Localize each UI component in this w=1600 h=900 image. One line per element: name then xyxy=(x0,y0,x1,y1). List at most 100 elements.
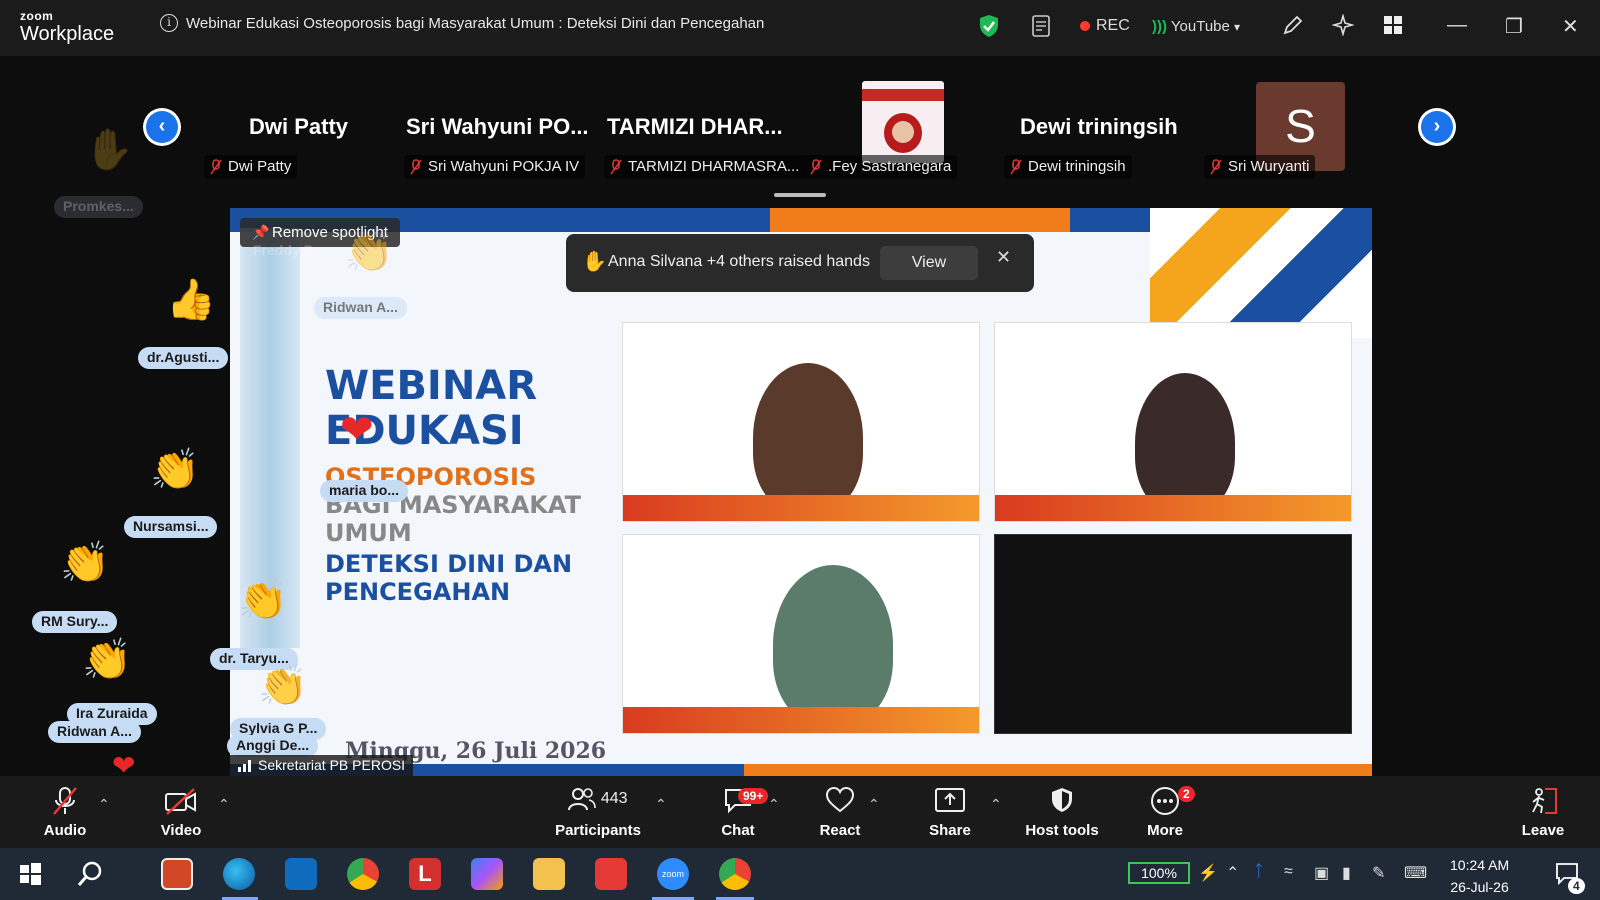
speaker-panel xyxy=(994,322,1352,522)
tile-label: Dwi Patty xyxy=(204,155,298,179)
battery-indicator[interactable]: 100% xyxy=(1128,862,1190,884)
device-icon[interactable]: ▣ xyxy=(1314,863,1329,883)
search-icon[interactable] xyxy=(74,858,106,890)
share-options-caret[interactable]: ⌃ xyxy=(990,796,1002,813)
clap-emoji-icon: 👏 xyxy=(60,541,110,585)
record-indicator[interactable]: REC xyxy=(1080,17,1130,39)
slide-orange-band xyxy=(770,208,1070,232)
more-label: More xyxy=(1147,822,1183,839)
clap-emoji-icon: 👏 xyxy=(344,230,394,274)
restore-icon[interactable]: ❐ xyxy=(1505,14,1523,39)
more-badge: 2 xyxy=(1178,786,1195,802)
presentation-app-icon[interactable] xyxy=(161,858,193,890)
speaker-video xyxy=(773,565,893,725)
mic-muted-icon xyxy=(1010,159,1022,175)
m365-icon[interactable] xyxy=(471,858,503,890)
power-plug-icon: ⚡ xyxy=(1198,865,1218,882)
tile-label: Dewi triningsih xyxy=(1004,155,1132,179)
active-speaker-name: Sekretariat PB PEROSI xyxy=(258,757,406,773)
chevron-up-icon[interactable]: ⌃ xyxy=(1226,863,1239,883)
stream-label: YouTube xyxy=(1170,18,1230,35)
wifi-icon[interactable]: ≈ xyxy=(1284,863,1293,881)
mic-muted-icon xyxy=(610,159,622,175)
chat-label: Chat xyxy=(721,822,755,839)
signal-bars-icon xyxy=(238,760,251,772)
wps-icon[interactable] xyxy=(595,858,627,890)
tile-name: Sri Wahyuni PO... xyxy=(406,114,589,139)
video-label: Video xyxy=(160,822,202,839)
tile-name: Dwi Patty xyxy=(249,114,349,139)
gallery-scroll-indicator[interactable] xyxy=(774,193,826,197)
chrome-profile-icon[interactable] xyxy=(719,858,751,890)
file-explorer-icon[interactable] xyxy=(533,858,565,890)
video-button[interactable]: Video xyxy=(158,786,204,839)
participant-video-thumbnail[interactable] xyxy=(862,81,944,163)
participants-icon-row: 443 xyxy=(553,786,643,818)
info-icon[interactable]: i xyxy=(160,14,178,32)
apps-icon[interactable] xyxy=(1383,15,1403,37)
participants-options-caret[interactable]: ⌃ xyxy=(655,796,667,813)
leave-button[interactable]: Leave xyxy=(1520,786,1566,839)
pen-icon[interactable] xyxy=(1282,14,1304,36)
windows-start-icon[interactable] xyxy=(14,858,46,890)
host-tools-label: Host tools xyxy=(1025,822,1099,839)
speaker-panel xyxy=(994,534,1352,734)
chevron-left-icon: ‹ xyxy=(146,111,178,143)
react-options-caret[interactable]: ⌃ xyxy=(868,796,880,813)
video-options-caret[interactable]: ⌃ xyxy=(218,796,230,813)
pen-tray-icon[interactable]: ✎ xyxy=(1372,863,1385,883)
chat-unread-badge: 99+ xyxy=(738,788,769,804)
bluetooth-icon[interactable]: ᛏ xyxy=(1254,863,1264,881)
minimize-icon[interactable]: — xyxy=(1447,14,1467,37)
notes-icon[interactable] xyxy=(1030,14,1052,37)
host-tools-button[interactable]: Host tools xyxy=(1024,786,1100,839)
tile-label: Sri Wuryanti xyxy=(1204,155,1316,179)
chevron-right-icon: › xyxy=(1421,111,1453,143)
close-icon[interactable]: ✕ xyxy=(1562,14,1579,39)
system-clock[interactable]: 10:24 AM 26-Jul-26 xyxy=(1450,854,1509,898)
gallery-next-button[interactable]: › xyxy=(1418,108,1456,146)
reaction-name-chip: dr.Agusti... xyxy=(138,347,229,369)
clap-emoji-icon: 👏 xyxy=(258,664,308,708)
audio-options-caret[interactable]: ⌃ xyxy=(98,796,110,813)
participants-button[interactable]: 443 Participants xyxy=(553,786,643,839)
reaction-name-chip: Ridwan A... xyxy=(314,297,407,319)
chrome-icon[interactable] xyxy=(347,858,379,890)
zoom-logo: zoom Workplace xyxy=(20,10,114,44)
stream-button[interactable]: ))) YouTube ▾ xyxy=(1152,18,1240,40)
keyboard-icon[interactable]: ⌨ xyxy=(1404,863,1427,883)
reaction-name-chip: maria bo... xyxy=(320,480,409,502)
mic-muted-icon xyxy=(210,159,222,175)
outlook-icon[interactable] xyxy=(285,858,317,890)
l-app-icon[interactable]: L xyxy=(409,858,441,890)
close-icon[interactable]: ✕ xyxy=(996,247,1011,268)
thumbs-up-emoji-icon: 👍 xyxy=(166,278,216,322)
share-button[interactable]: Share xyxy=(928,786,972,839)
pin-icon: 📌 xyxy=(252,224,270,240)
share-label: Share xyxy=(929,822,971,839)
participants-icon xyxy=(568,788,597,811)
mic-muted-icon xyxy=(410,159,422,175)
zoom-icon[interactable]: zoom xyxy=(657,858,689,890)
slide-line7: PENCEGAHAN xyxy=(325,578,511,606)
tile-label: Sri Wahyuni POKJA IV xyxy=(404,155,586,179)
clock-time: 10:24 AM xyxy=(1450,857,1510,873)
speaker-name-bar xyxy=(623,495,979,521)
reaction-name-chip: RM Sury... xyxy=(32,611,118,633)
shield-check-icon[interactable] xyxy=(978,14,1000,37)
logo-line2: Workplace xyxy=(20,23,115,45)
audio-button[interactable]: Audio xyxy=(42,786,88,839)
title-bar: zoom Workplace i Webinar Edukasi Osteopo… xyxy=(0,0,1600,56)
view-button[interactable]: View xyxy=(880,246,978,280)
edge-icon[interactable] xyxy=(223,858,255,890)
participants-label: Participants xyxy=(555,822,641,839)
chat-options-caret[interactable]: ⌃ xyxy=(768,796,780,813)
react-button[interactable]: React xyxy=(818,786,862,839)
gallery-prev-button[interactable]: ‹ xyxy=(143,108,181,146)
tile-label: .Fey Sastranegara xyxy=(804,155,958,179)
tile-label-text: .Fey Sastranegara xyxy=(828,158,952,175)
microphone-icon[interactable]: ▮ xyxy=(1342,863,1351,883)
record-icon xyxy=(1080,20,1090,31)
sparkle-icon[interactable] xyxy=(1331,13,1355,37)
tile-label-text: TARMIZI DHARMASRA... xyxy=(628,158,800,175)
